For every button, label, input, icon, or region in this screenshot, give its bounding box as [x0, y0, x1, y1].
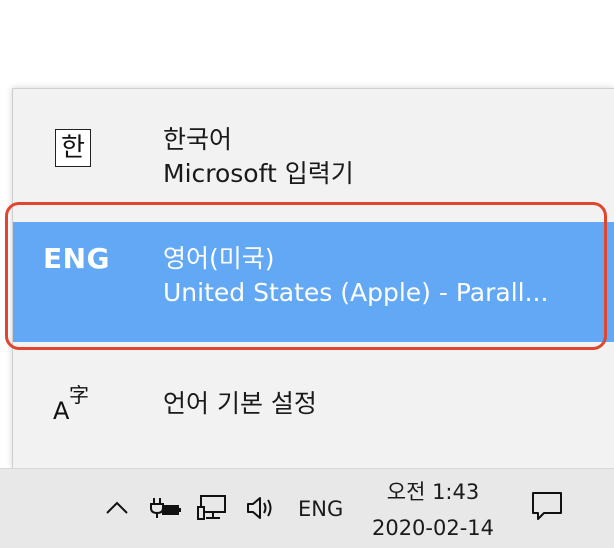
language-icon-cjk: 字	[69, 383, 89, 407]
volume-icon[interactable]	[244, 491, 278, 525]
chevron-up-icon[interactable]	[100, 491, 134, 525]
network-icon[interactable]	[196, 491, 230, 525]
language-preferences-label: 언어 기본 설정	[163, 389, 317, 418]
battery-plug-icon[interactable]	[148, 491, 182, 525]
korean-han-icon: 한	[55, 129, 91, 167]
taskbar-clock[interactable]: 오전 1:43 2020-02-14	[366, 477, 500, 543]
action-center-icon[interactable]	[530, 489, 564, 523]
clock-date: 2020-02-14	[371, 516, 495, 540]
taskbar: ENG 오전 1:43 2020-02-14	[0, 468, 614, 548]
clock-time: 오전 1:43	[386, 480, 480, 504]
language-title: 영어(미국)	[163, 244, 275, 273]
input-language-flyout: 한 한국어 Microsoft 입력기 ENG 영어(미국) United St…	[12, 88, 614, 468]
language-preferences-link[interactable]: A 字 언어 기본 설정	[13, 359, 614, 449]
english-ime-icon-box: ENG	[43, 242, 123, 275]
language-preferences-text: 언어 기본 설정	[163, 387, 317, 421]
language-item-english[interactable]: ENG 영어(미국) United States (Apple) - Paral…	[13, 222, 614, 342]
language-icon: A 字	[43, 379, 103, 429]
language-subtitle: Microsoft 입력기	[163, 159, 354, 188]
korean-ime-icon-box: 한	[43, 129, 123, 167]
language-settings-icon-box: A 字	[43, 379, 123, 429]
language-subtitle: United States (Apple) - Parall...	[163, 278, 549, 307]
language-item-korean[interactable]: 한 한국어 Microsoft 입력기	[13, 119, 614, 219]
eng-icon: ENG	[43, 242, 111, 275]
language-item-english-text: 영어(미국) United States (Apple) - Parall...	[163, 242, 548, 310]
language-item-korean-text: 한국어 Microsoft 입력기	[163, 123, 354, 191]
language-icon-latin: A	[53, 397, 70, 425]
input-indicator[interactable]: ENG	[298, 497, 343, 521]
language-title: 한국어	[163, 125, 233, 154]
